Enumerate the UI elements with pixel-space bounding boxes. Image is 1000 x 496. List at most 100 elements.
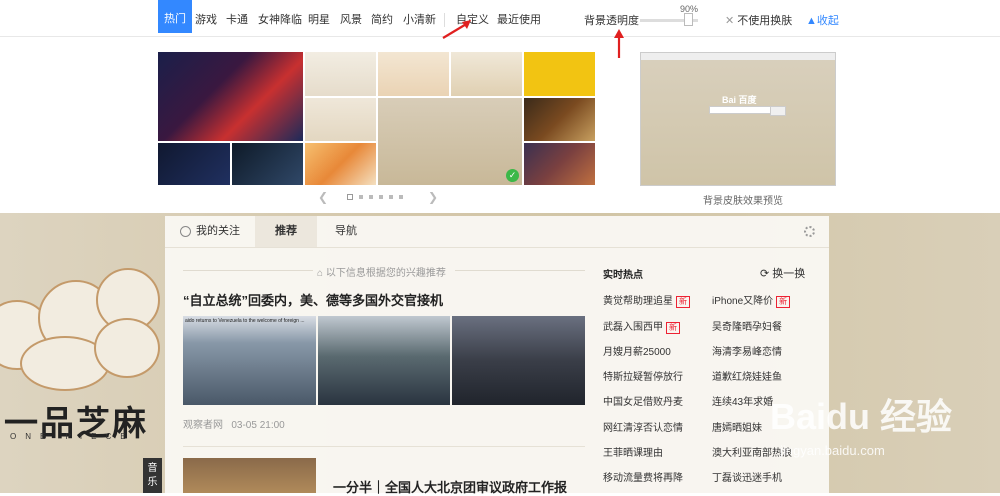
- skin-thumb-basketball[interactable]: [158, 52, 303, 141]
- article-image[interactable]: [183, 458, 316, 493]
- hot-item[interactable]: 王菲晒课理由: [603, 444, 663, 459]
- article-image[interactable]: [452, 316, 585, 405]
- hot-list-title: 实时热点: [603, 270, 643, 281]
- skin-panel: 热门 游戏 卡通 女神降临 明星 风景 简约 小清新 自定义 最近使用 背景透明…: [0, 0, 1000, 213]
- hot-item[interactable]: 特斯拉疑暂停放行: [603, 368, 683, 383]
- hot-item[interactable]: 道歉红烧娃娃鱼: [712, 368, 782, 383]
- skin-thumb-scroll[interactable]: [378, 52, 449, 96]
- hot-item[interactable]: 黄觉帮助理追星新: [603, 292, 690, 308]
- pager-dot[interactable]: [347, 194, 353, 200]
- music-tab[interactable]: 音乐: [143, 458, 162, 493]
- tab-goddess[interactable]: 女神降临: [258, 11, 302, 27]
- hot-item[interactable]: 月嫂月薪25000: [603, 343, 671, 358]
- no-skin-button[interactable]: ✕ 不使用换肤: [725, 12, 792, 28]
- skin-thumb-warrior[interactable]: [524, 98, 595, 141]
- hot-item[interactable]: 移动流量费将再降: [603, 469, 683, 484]
- opacity-slider-handle[interactable]: [684, 13, 693, 26]
- hot-item[interactable]: 吴奇隆晒孕妇餐: [712, 318, 782, 333]
- article-time: 03-05 21:00: [231, 420, 285, 431]
- thumbnail-pager: ❮ ❯: [318, 190, 438, 204]
- skin-thumb-star[interactable]: [305, 52, 376, 96]
- hot-item[interactable]: 武磊入围西甲新: [603, 318, 680, 334]
- tab-following-label: 我的关注: [196, 225, 240, 237]
- skin-calligraphy-sub: ONE PIECE: [10, 432, 135, 441]
- gear-icon[interactable]: [804, 226, 815, 237]
- skin-preview: Bai 百度: [640, 52, 836, 186]
- tab-scenery[interactable]: 风景: [340, 11, 362, 27]
- pager-dot[interactable]: [399, 195, 403, 199]
- skin-thumb-yellow[interactable]: [524, 52, 595, 96]
- skin-thumb-selected[interactable]: ✓: [378, 98, 522, 185]
- new-badge: 新: [676, 296, 690, 308]
- feed-tabs: 我的关注 推荐 导航: [165, 216, 829, 248]
- preview-logo: Bai 百度: [722, 95, 757, 105]
- feed-hint: ⌂ 以下信息根据您的兴趣推荐: [317, 268, 446, 279]
- hot-item[interactable]: iPhone又降价新: [712, 292, 791, 308]
- skin-thumb-ink[interactable]: [305, 98, 376, 141]
- tab-following[interactable]: 我的关注: [180, 216, 240, 247]
- check-icon: ✓: [506, 169, 519, 182]
- skin-thumb-game[interactable]: [524, 143, 595, 185]
- person-icon: [180, 225, 191, 237]
- watermark-url: jingyan.baidu.com: [780, 443, 885, 458]
- feed-panel: 我的关注 推荐 导航 ⌂ 以下信息根据您的兴趣推荐 “自立总统”回委内，美、德等…: [165, 216, 829, 496]
- article-divider: [183, 446, 585, 447]
- skin-thumbnail-grid: ✓: [158, 52, 595, 185]
- article-title[interactable]: 一分半｜全国人大北京团审议政府工作报: [333, 477, 567, 496]
- annotation-arrow-custom: [442, 20, 471, 39]
- preview-label: 背景皮肤效果预览: [703, 196, 783, 207]
- article-images[interactable]: aido returns to Venezuela to the welcome…: [183, 316, 585, 405]
- preview-search-box: [709, 106, 771, 114]
- article-source[interactable]: 观察者网: [183, 420, 223, 431]
- skin-thumb-sunset[interactable]: [305, 143, 376, 185]
- hot-item[interactable]: 网红清淳否认恋情: [603, 419, 683, 434]
- tab-hot[interactable]: 热门: [158, 0, 192, 33]
- tab-game[interactable]: 游戏: [195, 11, 217, 27]
- article-image-caption: aido returns to Venezuela to the welcome…: [185, 318, 305, 324]
- hot-item[interactable]: 连续43年求婚: [712, 393, 773, 408]
- skin-category-bar: 热门 游戏 卡通 女神降临 明星 风景 简约 小清新 自定义 最近使用 背景透明…: [0, 0, 1000, 37]
- tab-star[interactable]: 明星: [308, 11, 330, 27]
- article-meta: 观察者网 03-05 21:00: [183, 416, 285, 431]
- opacity-label: 背景透明度: [584, 15, 639, 27]
- collapse-label: 收起: [816, 15, 839, 27]
- collapse-button[interactable]: ▲收起: [806, 12, 839, 28]
- refresh-button[interactable]: ⟳ 换一换: [760, 265, 805, 281]
- arrow-up-icon: ▲: [806, 15, 817, 27]
- pager-dot[interactable]: [359, 195, 363, 199]
- article-title[interactable]: “自立总统”回委内，美、德等多国外交官接机: [183, 290, 443, 309]
- hot-item[interactable]: 丁磊谈迅迷手机: [712, 469, 782, 484]
- tab-cartoon[interactable]: 卡通: [226, 11, 248, 27]
- preview-search-button: [770, 106, 786, 116]
- pager-dot[interactable]: [369, 195, 373, 199]
- close-icon: ✕: [725, 15, 735, 27]
- skin-thumb-cat[interactable]: [451, 52, 522, 96]
- baidu-jingyan-watermark: Baidu 经验: [770, 396, 953, 437]
- tab-simple[interactable]: 简约: [371, 11, 393, 27]
- hint-divider: [183, 270, 313, 271]
- pager-dot[interactable]: [389, 195, 393, 199]
- annotation-arrow-opacity: [614, 29, 624, 58]
- pager-dot[interactable]: [379, 195, 383, 199]
- preview-browser-bar: [641, 53, 835, 60]
- tab-recommend[interactable]: 推荐: [255, 216, 317, 247]
- skin-thumb-player[interactable]: [232, 143, 303, 185]
- skin-thumb-kobe[interactable]: [158, 143, 230, 185]
- tab-navigation[interactable]: 导航: [335, 216, 357, 247]
- chevron-left-icon[interactable]: ❮: [318, 190, 328, 204]
- refresh-label: 换一换: [772, 268, 806, 280]
- new-badge: 新: [666, 322, 680, 334]
- new-badge: 新: [776, 296, 791, 308]
- tab-recent[interactable]: 最近使用: [497, 11, 541, 27]
- feed-hint-text: 以下信息根据您的兴趣推荐: [325, 268, 446, 279]
- hint-divider: [455, 270, 585, 271]
- hot-item[interactable]: 中国女足借败丹麦: [603, 393, 683, 408]
- article-image[interactable]: [318, 316, 450, 405]
- article-image[interactable]: aido returns to Venezuela to the welcome…: [183, 316, 316, 405]
- chevron-right-icon[interactable]: ❯: [428, 190, 438, 204]
- tab-fresh[interactable]: 小清新: [403, 11, 436, 27]
- hot-item[interactable]: 唐嫣晒姐妹: [712, 419, 762, 434]
- no-skin-label: 不使用换肤: [737, 15, 793, 27]
- refresh-icon: ⟳: [760, 268, 770, 280]
- hot-item[interactable]: 海清李易峰恋情: [712, 343, 782, 358]
